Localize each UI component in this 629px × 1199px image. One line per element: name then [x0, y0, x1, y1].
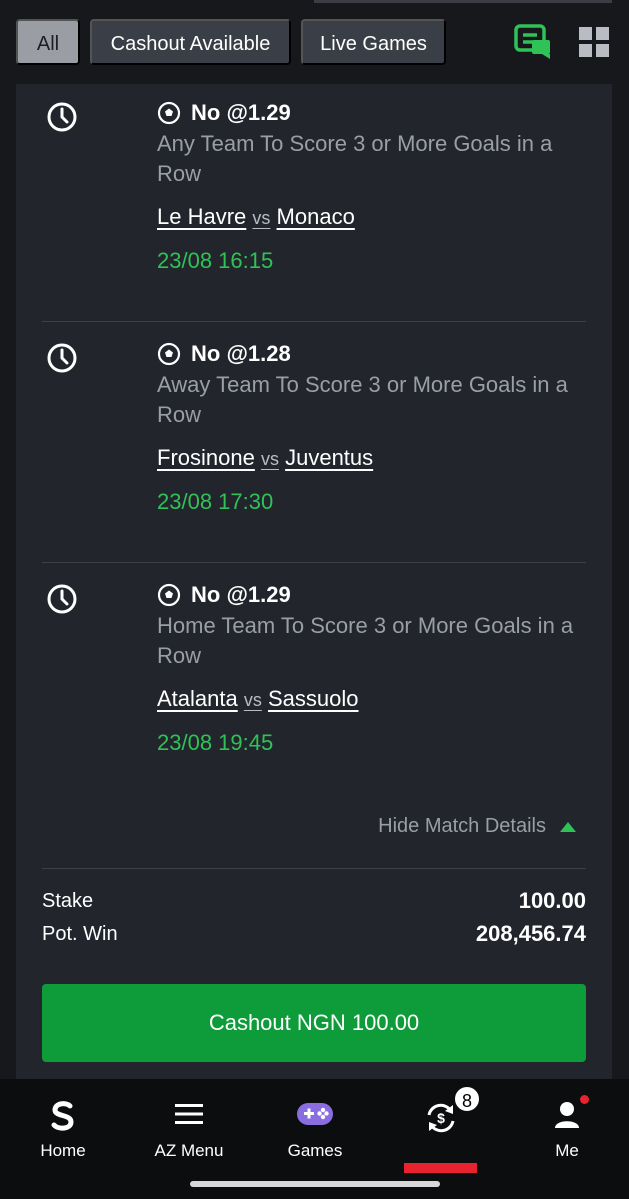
home-team-link[interactable]: Le Havre	[157, 204, 246, 229]
bet-card: No @1.29 Any Team To Score 3 or More Goa…	[16, 84, 612, 1079]
nav-games-label: Games	[287, 1141, 343, 1160]
pick-line: No @1.28	[157, 339, 291, 369]
soccer-ball-icon	[157, 101, 181, 125]
stake-row: Stake 100.00	[42, 888, 586, 914]
vs-separator: vs	[260, 449, 279, 469]
match-datetime: 23/08 17:30	[157, 489, 274, 514]
hamburger-menu-icon	[175, 1104, 203, 1124]
clock-icon	[47, 102, 77, 132]
stake-value: 100.00	[518, 888, 586, 913]
pick-odds: No @1.29	[191, 582, 291, 607]
away-team-link[interactable]: Juventus	[285, 445, 373, 470]
nav-me-label: Me	[555, 1141, 579, 1160]
market-text: Away Team To Score 3 or More Goals in a …	[157, 372, 568, 427]
cashout-cycle-icon: $	[427, 1103, 455, 1133]
cashout-count-badge: 8	[453, 1085, 481, 1113]
soccer-ball-icon	[157, 342, 181, 366]
teams-line: Atalanta vs Sassuolo	[157, 686, 359, 712]
pick-line: No @1.29	[157, 98, 291, 128]
hide-match-details-toggle[interactable]: Hide Match Details	[378, 815, 576, 838]
soccer-ball-icon	[157, 583, 181, 607]
away-team-link[interactable]: Monaco	[277, 204, 355, 229]
away-team-link[interactable]: Sassuolo	[268, 686, 359, 711]
clock-icon	[47, 343, 77, 373]
svg-text:$: $	[437, 1110, 445, 1126]
match-divider	[42, 562, 586, 563]
pick-line: No @1.29	[157, 580, 291, 610]
notification-dot	[580, 1095, 589, 1104]
nav-home[interactable]: Home	[0, 1079, 126, 1199]
home-indicator[interactable]	[190, 1181, 440, 1187]
teams-line: Le Havre vs Monaco	[157, 204, 355, 230]
market-text: Any Team To Score 3 or More Goals in a R…	[157, 131, 553, 186]
match-datetime: 23/08 19:45	[157, 730, 274, 755]
app-root: All Cashout Available Live Games No @1.2…	[0, 0, 629, 1199]
pick-odds: No @1.28	[191, 341, 291, 366]
nav-me[interactable]: Me	[504, 1079, 629, 1199]
home-team-link[interactable]: Frosinone	[157, 445, 255, 470]
grid-view-icon[interactable]	[579, 27, 610, 58]
filter-cashout-available-button[interactable]: Cashout Available	[90, 19, 291, 65]
nav-home-label: Home	[40, 1141, 86, 1160]
chat-bubble-icon[interactable]	[514, 24, 552, 60]
filter-bar: All Cashout Available Live Games	[0, 0, 629, 84]
active-tab-indicator	[404, 1163, 477, 1173]
gamepad-icon	[297, 1103, 333, 1125]
user-profile-icon	[555, 1102, 579, 1128]
stake-label: Stake	[42, 889, 94, 912]
vs-separator: vs	[252, 208, 271, 228]
potential-win-label: Pot. Win	[42, 922, 118, 945]
market-text: Home Team To Score 3 or More Goals in a …	[157, 613, 574, 668]
hide-match-details-label: Hide Match Details	[378, 815, 546, 837]
triangle-up-icon	[560, 821, 576, 832]
pick-odds: No @1.29	[191, 100, 291, 125]
match-datetime: 23/08 16:15	[157, 248, 274, 273]
cashout-button[interactable]: Cashout NGN 100.00	[42, 984, 586, 1062]
potential-win-row: Pot. Win 208,456.74	[42, 921, 586, 947]
home-team-link[interactable]: Atalanta	[157, 686, 238, 711]
filter-all-button[interactable]: All	[16, 19, 80, 65]
clock-icon	[47, 584, 77, 614]
vs-separator: vs	[243, 690, 262, 710]
summary-divider	[42, 868, 586, 869]
filter-live-games-button[interactable]: Live Games	[301, 19, 446, 65]
nav-az-menu-label: AZ Menu	[154, 1141, 224, 1160]
match-divider	[42, 321, 586, 322]
sportybet-logo-icon	[51, 1101, 74, 1131]
potential-win-value: 208,456.74	[475, 921, 586, 946]
teams-line: Frosinone vs Juventus	[157, 445, 373, 471]
